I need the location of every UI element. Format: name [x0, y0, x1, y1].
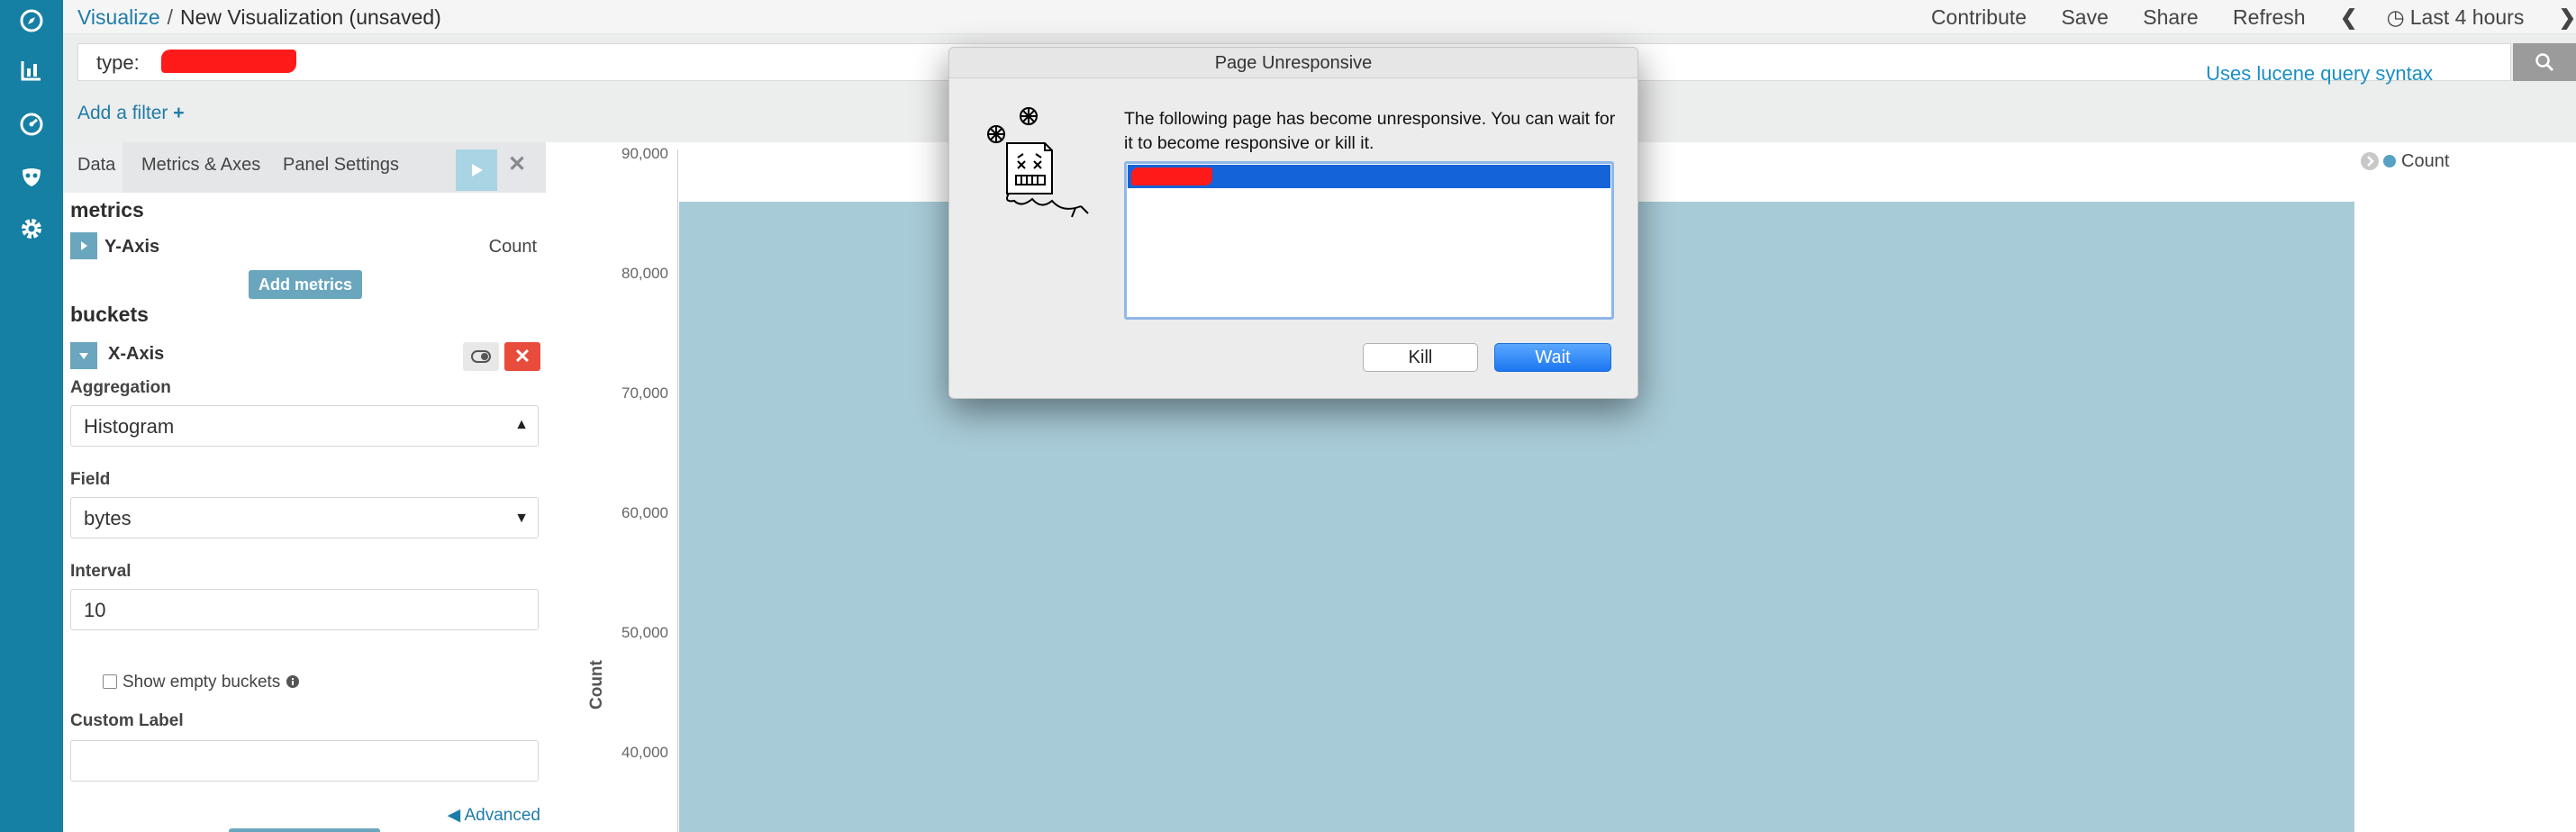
- timelion-mask-icon[interactable]: [12, 157, 51, 196]
- chevron-left-icon[interactable]: ❮: [2340, 5, 2357, 29]
- top-bar: Visualize / New Visualization (unsaved) Co…: [63, 0, 2576, 34]
- breadcrumb-visualize-link[interactable]: Visualize: [77, 5, 160, 29]
- interval-value: 10: [84, 599, 106, 621]
- legend-item-count[interactable]: Count: [2401, 151, 2449, 171]
- clock-icon: ◷: [2386, 5, 2405, 29]
- chevron-right-icon[interactable]: ❯: [2559, 5, 2576, 29]
- unresponsive-pages-list[interactable]: [1124, 161, 1614, 320]
- interval-label: Interval: [70, 562, 132, 581]
- remove-x-axis-button[interactable]: ✕: [504, 342, 540, 371]
- tab-metrics-axes[interactable]: Metrics & Axes: [141, 155, 260, 176]
- aggregation-select[interactable]: Histogram ▲: [70, 405, 539, 447]
- y-axis-title: Count: [587, 660, 606, 710]
- legend-swatch: [2383, 155, 2396, 167]
- add-filter-button[interactable]: Add a filter +: [77, 103, 185, 124]
- wait-button[interactable]: Wait: [1494, 343, 1611, 372]
- lucene-syntax-link[interactable]: Uses lucene query syntax: [2206, 62, 2433, 86]
- x-axis-label[interactable]: X-Axis: [108, 344, 164, 365]
- custom-label-label: Custom Label: [70, 711, 184, 730]
- aggregation-value: Histogram: [84, 415, 175, 438]
- dialog-message: The following page has become unresponsi…: [1124, 109, 1616, 153]
- advanced-label: Advanced: [464, 806, 540, 825]
- toggle-x-axis-button[interactable]: [463, 342, 499, 371]
- dashboard-gauge-icon[interactable]: [12, 104, 51, 144]
- redaction-mark: [1131, 167, 1212, 185]
- y-axis-line: [677, 149, 678, 832]
- metrics-heading: metrics: [70, 198, 144, 222]
- discard-changes-button[interactable]: ✕: [508, 151, 526, 177]
- compass-icon[interactable]: [12, 1, 51, 41]
- y-tick-label: 80,000: [621, 265, 668, 282]
- add-sub-buckets-button[interactable]: [229, 828, 380, 832]
- kill-button[interactable]: Kill: [1363, 343, 1478, 372]
- top-actions: Contribute Save Share Refresh ❮ ◷ Last 4 …: [1931, 5, 2576, 30]
- interval-input[interactable]: 10: [70, 589, 539, 630]
- page-unresponsive-dialog: Page Unresponsive The following page has…: [948, 47, 1638, 399]
- buckets-heading: buckets: [70, 303, 149, 326]
- show-empty-buckets-checkbox[interactable]: [103, 674, 117, 689]
- y-tick-label: 40,000: [621, 744, 668, 761]
- add-filter-label: Add a filter: [77, 103, 168, 123]
- chevron-down-icon: ▼: [514, 511, 529, 526]
- show-empty-buckets-row: Show empty buckets: [103, 673, 300, 692]
- list-item[interactable]: [1128, 165, 1610, 188]
- expand-y-axis-button[interactable]: [70, 232, 97, 259]
- frozen-page-icon: [987, 107, 1089, 218]
- tab-data[interactable]: Data: [63, 142, 122, 193]
- y-tick-label: 60,000: [621, 504, 668, 521]
- plus-icon: +: [173, 103, 185, 123]
- refresh-button[interactable]: Refresh: [2233, 5, 2306, 29]
- visualize-chart-icon[interactable]: [12, 50, 51, 90]
- breadcrumb-separator: /: [167, 5, 174, 29]
- share-button[interactable]: Share: [2143, 5, 2198, 29]
- search-button[interactable]: [2513, 43, 2576, 81]
- collapse-x-axis-button[interactable]: [70, 342, 97, 369]
- query-text: type:: [96, 51, 140, 74]
- tab-panel-settings[interactable]: Panel Settings: [283, 155, 399, 176]
- chart-legend: Count: [2360, 151, 2449, 172]
- left-nav: [0, 0, 63, 832]
- toggle-icon: [471, 350, 491, 363]
- show-empty-buckets-label: Show empty buckets: [122, 673, 281, 692]
- y-tick-label: 50,000: [621, 624, 668, 641]
- info-icon: [286, 675, 299, 688]
- y-tick-label: 70,000: [621, 384, 668, 402]
- y-tick-label: 90,000: [621, 145, 668, 162]
- save-button[interactable]: Save: [2061, 5, 2108, 29]
- y-axis-label[interactable]: Y-Axis: [104, 237, 159, 258]
- field-label: Field: [70, 470, 111, 489]
- legend-toggle-icon[interactable]: [2360, 151, 2380, 171]
- dialog-title: Page Unresponsive: [949, 48, 1637, 78]
- field-value: bytes: [84, 507, 132, 529]
- y-axis-aggregation: Count: [488, 237, 537, 257]
- aggregation-label: Aggregation: [70, 378, 171, 397]
- field-select[interactable]: bytes ▼: [70, 497, 539, 538]
- time-range-picker[interactable]: Last 4 hours: [2410, 5, 2525, 29]
- advanced-toggle-link[interactable]: ◀ Advanced: [448, 805, 540, 826]
- breadcrumb: Visualize / New Visualization (unsaved): [77, 5, 441, 30]
- contribute-button[interactable]: Contribute: [1931, 5, 2027, 29]
- custom-label-input[interactable]: [70, 740, 539, 782]
- caret-right-icon: [81, 241, 87, 250]
- select-updown-icon: ▲: [514, 417, 529, 432]
- redaction-mark: [161, 50, 296, 73]
- editor-sidebar: Data Metrics & Axes Panel Settings ✕ met…: [63, 142, 568, 832]
- search-icon: [2535, 53, 2553, 71]
- screen: { "colors": { "nav_bg": "#167fa4", "acce…: [0, 0, 2576, 832]
- caret-down-icon: [79, 353, 88, 359]
- apply-changes-button[interactable]: [456, 149, 497, 191]
- breadcrumb-current: New Visualization (unsaved): [180, 5, 441, 29]
- play-icon: [472, 164, 483, 176]
- sidebar-tabs: Data Metrics & Axes Panel Settings ✕: [63, 142, 546, 193]
- add-metrics-button[interactable]: Add metrics: [249, 270, 362, 299]
- gear-icon[interactable]: [12, 209, 51, 249]
